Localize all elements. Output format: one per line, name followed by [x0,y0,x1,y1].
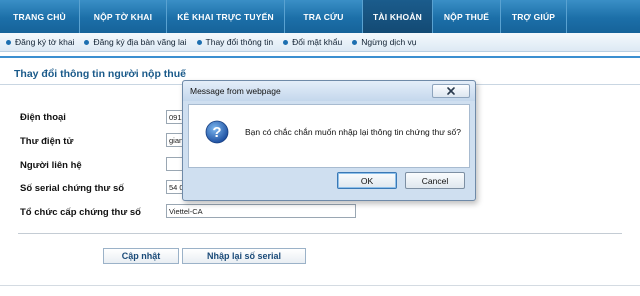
nav-item-label: NỘP TỜ KHAI [93,11,153,22]
footer-divider [0,285,640,286]
phone-label: Điện thoại [20,112,66,123]
close-icon [447,87,455,95]
reenter-serial-button[interactable]: Nhập lại số serial [182,248,306,264]
svg-text:?: ? [212,124,221,141]
nav-item-label: NỘP THUẾ [443,11,490,22]
ok-button[interactable]: OK [337,172,397,189]
contact-label: Người liên hệ [20,160,82,171]
subnav-item-label: Đổi mật khẩu [292,37,343,47]
cancel-button[interactable]: Cancel [405,172,465,189]
page-title: Thay đổi thông tin người nộp thuế [14,68,186,80]
sub-nav: Đăng ký tờ khai Đăng ký địa bàn vãng lai… [0,33,640,52]
nav-item-home[interactable]: TRANG CHỦ [0,0,80,33]
accent-divider [0,56,640,58]
help-icon: ? [205,120,229,144]
main-nav: TRANG CHỦ NỘP TỜ KHAI KÊ KHAI TRỰC TUYẾN… [0,0,640,33]
nav-item-help[interactable]: TRỢ GIÚP [501,0,567,33]
nav-item-account[interactable]: TÀI KHOẢN [363,0,433,33]
subnav-item-stop-service[interactable]: Ngừng dịch vụ [352,37,417,47]
email-label: Thư điện tử [20,136,74,147]
dialog-title: Message from webpage [190,86,281,96]
nav-item-online-declaration[interactable]: KÊ KHAI TRỰC TUYẾN [167,0,285,33]
bullet-icon [352,39,358,45]
nav-item-label: KÊ KHAI TRỰC TUYẾN [177,11,274,22]
bullet-icon [283,39,289,45]
issuer-input[interactable]: Viettel-CA [166,204,356,218]
subnav-item-label: Thay đổi thông tin [205,37,274,47]
subnav-item-label: Ngừng dịch vụ [361,37,417,47]
nav-item-lookup[interactable]: TRA CỨU [285,0,363,33]
subnav-item-label: Đăng ký tờ khai [15,37,75,47]
dialog-close-button[interactable] [432,84,470,98]
nav-item-label: TRA CỨU [303,11,344,22]
subnav-item-register-area[interactable]: Đăng ký địa bàn vãng lai [84,37,187,47]
serial-label: Số serial chứng thư số [20,183,125,194]
bullet-icon [196,39,202,45]
subnav-item-change-info[interactable]: Thay đổi thông tin [196,37,274,47]
update-button[interactable]: Cập nhật [103,248,179,264]
nav-item-submit-declaration[interactable]: NỘP TỜ KHAI [80,0,167,33]
subnav-item-label: Đăng ký địa bàn vãng lai [93,37,187,47]
nav-item-label: TRANG CHỦ [13,11,66,22]
issuer-label: Tổ chức cấp chứng thư số [20,207,141,218]
dialog-body: ? Bạn có chắc chắn muốn nhập lại thông t… [188,104,470,168]
bullet-icon [6,39,11,45]
dialog-message: Bạn có chắc chắn muốn nhập lại thông tin… [245,127,461,137]
form-divider [18,233,622,234]
nav-item-label: TÀI KHOẢN [372,11,423,22]
bullet-icon [84,39,90,45]
confirm-dialog: Message from webpage ? Bạn có chắc chắn … [182,80,476,201]
subnav-item-register-declaration[interactable]: Đăng ký tờ khai [6,37,74,47]
nav-filler [567,0,640,33]
nav-item-label: TRỢ GIÚP [511,11,556,22]
subnav-item-change-password[interactable]: Đổi mật khẩu [283,37,342,47]
nav-item-pay-tax[interactable]: NỘP THUẾ [433,0,501,33]
dialog-titlebar[interactable]: Message from webpage [183,81,475,101]
